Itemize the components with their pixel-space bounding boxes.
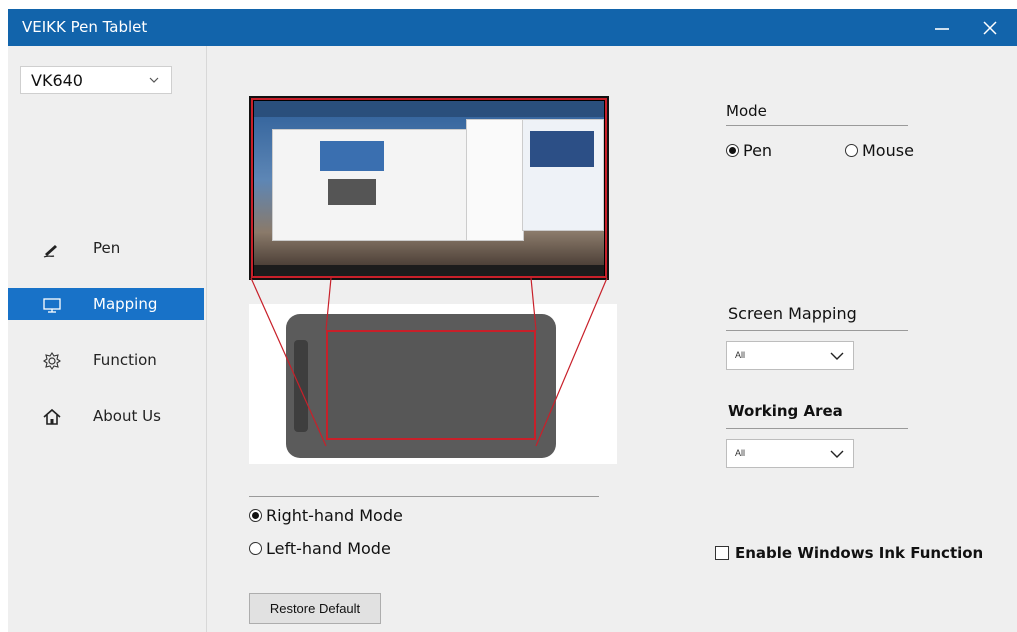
title-bar: VEIKK Pen Tablet — [8, 9, 1017, 46]
sidebar: VK640 Pen Mapping Function About Us — [8, 46, 207, 632]
mode-pen-radio[interactable]: Pen — [726, 141, 772, 160]
sidebar-item-about-us[interactable]: About Us — [8, 400, 204, 432]
minimize-button[interactable] — [919, 9, 965, 46]
mode-title: Mode — [726, 102, 767, 120]
working-area-title: Working Area — [728, 402, 843, 420]
chevron-down-icon — [830, 352, 844, 360]
mode-mouse-label: Mouse — [862, 141, 914, 160]
mapping-panel: Right-hand Mode Left-hand Mode Restore D… — [207, 46, 1017, 632]
close-button[interactable] — [967, 9, 1013, 46]
sidebar-item-label: About Us — [93, 407, 161, 425]
working-area-select[interactable]: All — [726, 439, 854, 468]
separator — [249, 496, 599, 497]
screen-mapping-select[interactable]: All — [726, 341, 854, 370]
window-title: VEIKK Pen Tablet — [22, 18, 148, 36]
radio-unselected-icon — [249, 542, 262, 555]
chevron-down-icon — [830, 450, 844, 458]
sidebar-item-pen[interactable]: Pen — [8, 232, 204, 264]
pen-icon — [43, 245, 57, 258]
sidebar-item-label: Mapping — [93, 295, 158, 313]
chevron-down-icon — [149, 77, 159, 83]
mode-mouse-radio[interactable]: Mouse — [845, 141, 914, 160]
sidebar-item-label: Function — [93, 351, 157, 369]
right-hand-mode-label: Right-hand Mode — [266, 506, 403, 525]
windows-ink-label: Enable Windows Ink Function — [735, 544, 984, 562]
device-select-value: VK640 — [31, 71, 83, 90]
device-select[interactable]: VK640 — [20, 66, 172, 94]
home-icon — [43, 408, 61, 425]
restore-default-button[interactable]: Restore Default — [249, 593, 381, 624]
checkbox-unchecked-icon — [715, 546, 729, 560]
separator — [726, 125, 908, 126]
sidebar-item-function[interactable]: Function — [8, 344, 204, 376]
mode-pen-label: Pen — [743, 141, 773, 160]
windows-ink-checkbox[interactable]: Enable Windows Ink Function — [715, 544, 983, 562]
right-hand-mode-radio[interactable]: Right-hand Mode — [249, 506, 403, 525]
screen-mapping-title: Screen Mapping — [728, 304, 857, 323]
screen-mapping-value: All — [735, 350, 746, 360]
function-icon — [43, 352, 61, 370]
sidebar-item-label: Pen — [93, 239, 121, 257]
left-hand-mode-label: Left-hand Mode — [266, 539, 391, 558]
radio-selected-icon — [249, 509, 262, 522]
mapping-lines — [250, 277, 608, 447]
radio-selected-icon — [726, 144, 739, 157]
minimize-icon — [935, 27, 949, 30]
app-window: VEIKK Pen Tablet VK640 Pen Mapping Funct… — [8, 9, 1017, 632]
separator — [726, 428, 908, 429]
sidebar-item-mapping[interactable]: Mapping — [8, 288, 204, 320]
radio-unselected-icon — [845, 144, 858, 157]
working-area-value: All — [735, 448, 746, 458]
monitor-icon — [43, 298, 61, 313]
separator — [726, 330, 908, 331]
left-hand-mode-radio[interactable]: Left-hand Mode — [249, 539, 391, 558]
close-icon — [983, 20, 997, 35]
